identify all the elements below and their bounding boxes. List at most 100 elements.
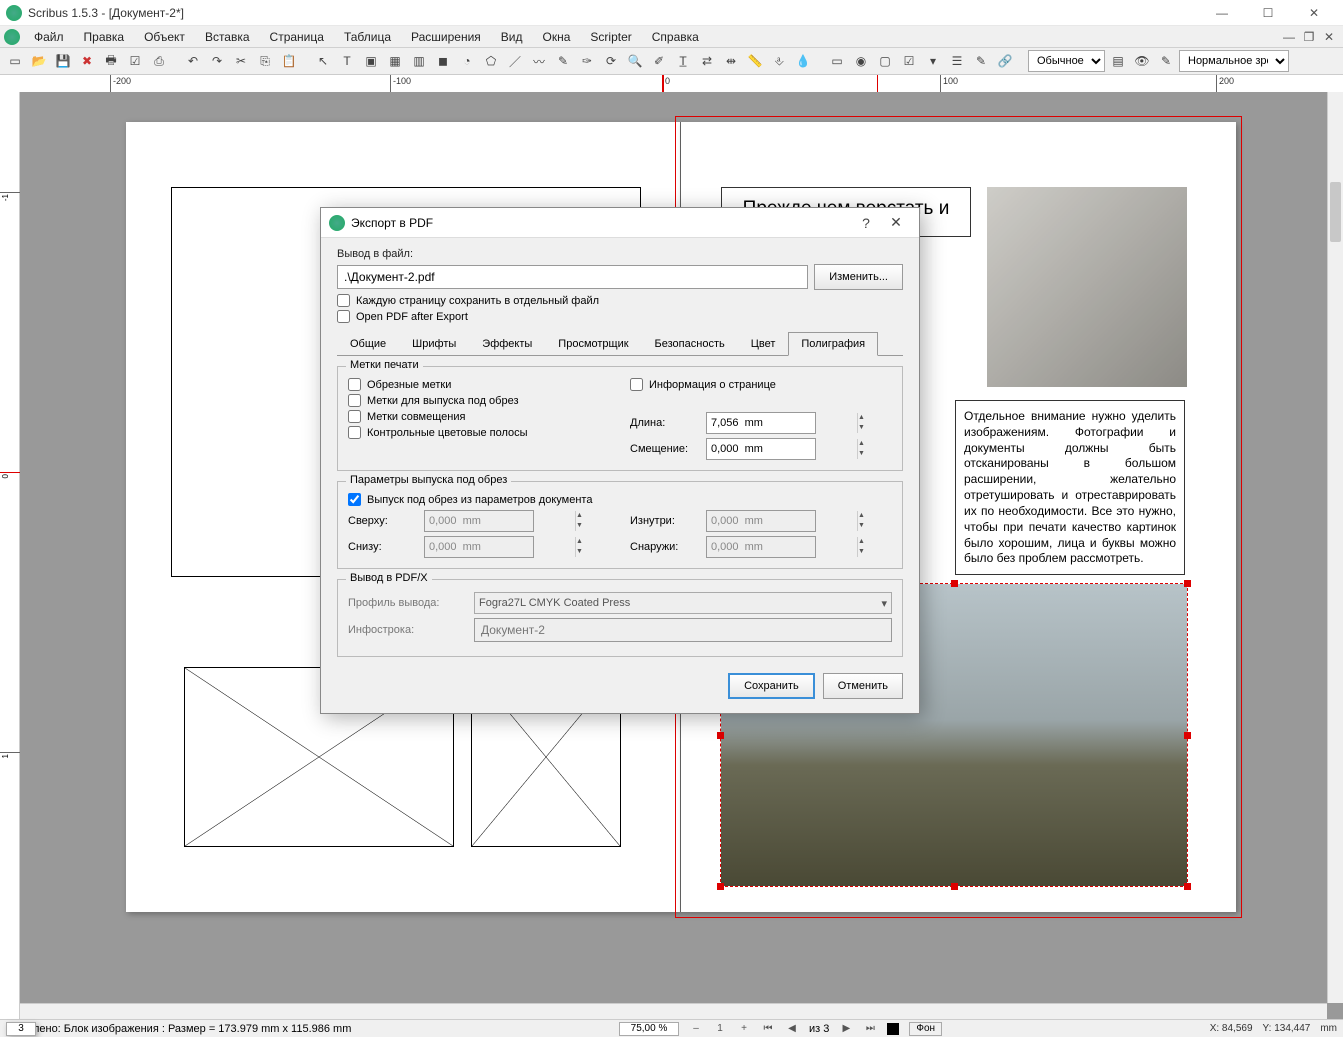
- edit-contents-icon[interactable]: ✐: [648, 50, 670, 72]
- maximize-button[interactable]: ☐: [1245, 0, 1291, 26]
- menu-page[interactable]: Страница: [260, 28, 334, 46]
- cut-icon[interactable]: ✂: [230, 50, 252, 72]
- close-icon[interactable]: ✖: [76, 50, 98, 72]
- length-spinner[interactable]: ▲▼: [706, 412, 816, 434]
- copy-props-icon[interactable]: ⎀: [768, 50, 790, 72]
- unit-label[interactable]: mm: [1320, 1023, 1337, 1034]
- first-page-icon[interactable]: ⏮: [761, 1022, 775, 1036]
- layer-select[interactable]: Фон: [909, 1022, 942, 1036]
- menu-file[interactable]: Файл: [24, 28, 74, 46]
- redo-icon[interactable]: ↷: [206, 50, 228, 72]
- page-info-checkbox[interactable]: Информация о странице: [630, 378, 892, 391]
- unlink-frames-icon[interactable]: ⇹: [720, 50, 742, 72]
- scrollbar-thumb[interactable]: [1330, 182, 1341, 242]
- pdf-radio-icon[interactable]: ◉: [850, 50, 872, 72]
- cancel-button[interactable]: Отменить: [823, 673, 903, 699]
- resize-handle[interactable]: [951, 580, 958, 587]
- resize-handle[interactable]: [951, 883, 958, 890]
- zoom-reset-icon[interactable]: 1: [713, 1022, 727, 1036]
- image-frame-icon[interactable]: ▣: [360, 50, 382, 72]
- bleed-marks-checkbox[interactable]: Метки для выпуска под обрез: [348, 394, 610, 407]
- dialog-titlebar[interactable]: Экспорт в PDF ? ✕: [321, 208, 919, 238]
- pdf-check-icon[interactable]: ☑: [898, 50, 920, 72]
- preview-icon[interactable]: 👁: [1131, 50, 1153, 72]
- polygon-icon[interactable]: ⬠: [480, 50, 502, 72]
- vertical-scrollbar[interactable]: [1327, 92, 1343, 1003]
- crop-marks-checkbox[interactable]: Обрезные метки: [348, 378, 610, 391]
- pdf-button-icon[interactable]: ▭: [826, 50, 848, 72]
- eyedropper-icon[interactable]: 💧: [792, 50, 814, 72]
- resize-handle[interactable]: [717, 732, 724, 739]
- zoom-icon[interactable]: 🔍: [624, 50, 646, 72]
- registration-marks-checkbox[interactable]: Метки совмещения: [348, 410, 610, 423]
- measure-icon[interactable]: 📏: [744, 50, 766, 72]
- save-button[interactable]: Сохранить: [728, 673, 815, 699]
- pdf-link-icon[interactable]: 🔗: [994, 50, 1016, 72]
- preflight-icon[interactable]: ☑: [124, 50, 146, 72]
- current-page-input[interactable]: [6, 1022, 36, 1036]
- new-icon[interactable]: ▭: [4, 50, 26, 72]
- horizontal-scrollbar[interactable]: [20, 1003, 1327, 1019]
- color-bars-checkbox[interactable]: Контрольные цветовые полосы: [348, 426, 610, 439]
- change-file-button[interactable]: Изменить...: [814, 264, 903, 290]
- menu-help[interactable]: Справка: [642, 28, 709, 46]
- pdf-text-icon[interactable]: ▢: [874, 50, 896, 72]
- offset-spinner[interactable]: ▲▼: [706, 438, 816, 460]
- save-icon[interactable]: 💾: [52, 50, 74, 72]
- output-file-input[interactable]: [337, 265, 808, 289]
- text-frame-body[interactable]: Отдельное внимание нужно уделить изображ…: [955, 400, 1185, 575]
- preview-mode-select[interactable]: Обычное: [1028, 50, 1105, 72]
- link-frames-icon[interactable]: ⇄: [696, 50, 718, 72]
- render-frame-icon[interactable]: ▦: [384, 50, 406, 72]
- edit-in-preview-icon[interactable]: ✎: [1155, 50, 1177, 72]
- last-page-icon[interactable]: ⏭: [863, 1022, 877, 1036]
- image-manuscript[interactable]: [987, 187, 1187, 387]
- menu-extensions[interactable]: Расширения: [401, 28, 491, 46]
- shape-icon[interactable]: ◼: [432, 50, 454, 72]
- print-icon[interactable]: 🖶: [100, 50, 122, 72]
- close-button[interactable]: ✕: [1291, 0, 1337, 26]
- use-doc-bleed-checkbox[interactable]: Выпуск под обрез из параметров документа: [348, 493, 892, 506]
- tab-effects[interactable]: Эффекты: [469, 332, 545, 356]
- zoom-in-icon[interactable]: +: [737, 1022, 751, 1036]
- pdf-annot-icon[interactable]: ✎: [970, 50, 992, 72]
- rotate-icon[interactable]: ⟳: [600, 50, 622, 72]
- mdi-close-icon[interactable]: ✕: [1319, 30, 1339, 44]
- edit-text-icon[interactable]: T̲: [672, 50, 694, 72]
- zoom-value[interactable]: 75,00 %: [619, 1022, 679, 1036]
- tab-fonts[interactable]: Шрифты: [399, 332, 469, 356]
- copy-icon[interactable]: ⎘: [254, 50, 276, 72]
- paste-icon[interactable]: 📋: [278, 50, 300, 72]
- next-page-icon[interactable]: ▶: [839, 1022, 853, 1036]
- save-each-page-checkbox[interactable]: Каждую страницу сохранить в отдельный фа…: [337, 294, 903, 307]
- pdf-list-icon[interactable]: ☰: [946, 50, 968, 72]
- minimize-button[interactable]: —: [1199, 0, 1245, 26]
- undo-icon[interactable]: ↶: [182, 50, 204, 72]
- select-icon[interactable]: ↖: [312, 50, 334, 72]
- menu-table[interactable]: Таблица: [334, 28, 401, 46]
- resize-handle[interactable]: [717, 883, 724, 890]
- tab-viewer[interactable]: Просмотрщик: [545, 332, 641, 356]
- menu-windows[interactable]: Окна: [533, 28, 581, 46]
- arc-icon[interactable]: ◔: [456, 50, 478, 72]
- menu-object[interactable]: Объект: [134, 28, 195, 46]
- mdi-minimize-icon[interactable]: —: [1279, 30, 1299, 44]
- export-pdf-icon[interactable]: ⎙: [148, 50, 170, 72]
- zoom-out-icon[interactable]: –: [689, 1022, 703, 1036]
- tab-color[interactable]: Цвет: [738, 332, 789, 356]
- tab-security[interactable]: Безопасность: [642, 332, 738, 356]
- toggle-cms-icon[interactable]: ▤: [1107, 50, 1129, 72]
- mdi-restore-icon[interactable]: ❐: [1299, 30, 1319, 44]
- open-icon[interactable]: 📂: [28, 50, 50, 72]
- tab-general[interactable]: Общие: [337, 332, 399, 356]
- tab-prepress[interactable]: Полиграфия: [788, 332, 878, 356]
- vision-mode-select[interactable]: Нормальное зрение: [1179, 50, 1289, 72]
- open-after-export-checkbox[interactable]: Open PDF after Export: [337, 310, 903, 323]
- line-icon[interactable]: ／: [504, 50, 526, 72]
- bezier-icon[interactable]: 〰: [528, 50, 550, 72]
- pdf-combo-icon[interactable]: ▾: [922, 50, 944, 72]
- resize-handle[interactable]: [1184, 580, 1191, 587]
- menu-view[interactable]: Вид: [491, 28, 533, 46]
- menu-insert[interactable]: Вставка: [195, 28, 260, 46]
- calligraphy-icon[interactable]: ✑: [576, 50, 598, 72]
